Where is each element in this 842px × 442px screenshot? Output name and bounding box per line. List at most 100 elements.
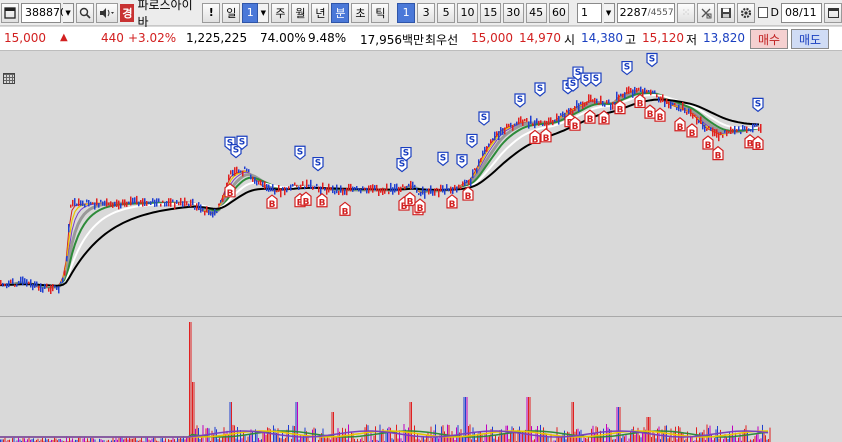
- interval-button[interactable]: 15: [479, 2, 501, 23]
- candle: [92, 202, 94, 205]
- volume-bar: [490, 429, 492, 442]
- interval-button[interactable]: 3: [417, 2, 436, 23]
- candle: [532, 123, 534, 126]
- sell-signal-label: S: [297, 147, 303, 157]
- sell-signal: S: [590, 72, 602, 87]
- candle: [500, 127, 502, 136]
- period-year-button[interactable]: 년: [311, 2, 330, 23]
- volume-bar: [502, 433, 504, 442]
- volume-bar: [13, 436, 15, 442]
- window-toggle-icon[interactable]: [1, 2, 19, 23]
- volume-bar: [267, 427, 268, 442]
- volume-bar: [457, 425, 459, 442]
- unit-input[interactable]: 1: [577, 2, 602, 23]
- date-checkbox[interactable]: [758, 7, 769, 18]
- candle: [132, 197, 134, 205]
- date-input[interactable]: 08/11: [780, 2, 823, 23]
- volume-bar: [237, 427, 238, 442]
- candle: [20, 276, 22, 284]
- sell-signal-label: S: [583, 74, 589, 84]
- interval-button[interactable]: 60: [548, 2, 570, 23]
- unit-dropdown-icon[interactable]: ▼: [603, 2, 615, 23]
- chart-tools-icon[interactable]: ⁙: [676, 2, 696, 23]
- volume-bar: [312, 429, 313, 442]
- volume-bar: [441, 426, 442, 442]
- save-icon[interactable]: [717, 2, 736, 23]
- candle: [158, 198, 160, 202]
- buy-signal: B: [598, 110, 610, 126]
- interval-button[interactable]: 10: [457, 2, 478, 23]
- candle: [6, 283, 8, 289]
- volume-bar: [69, 437, 70, 442]
- volume-bar: [213, 434, 214, 442]
- volume-bar: [564, 430, 565, 442]
- volume-bar: [745, 425, 747, 442]
- panel-divider[interactable]: [0, 316, 842, 317]
- candle: [548, 117, 550, 126]
- candle: [312, 186, 314, 190]
- candle: [336, 184, 338, 194]
- buy-signal-marker: [744, 133, 756, 149]
- volume-bar: [78, 436, 79, 442]
- interval-button[interactable]: 45: [525, 2, 547, 23]
- candle: [14, 284, 16, 287]
- candle: [180, 197, 182, 206]
- period-week-button[interactable]: 주: [271, 2, 290, 23]
- volume-bar: [262, 433, 264, 442]
- volume-bar: [648, 417, 649, 442]
- candle: [506, 123, 508, 129]
- buy-signal-marker: [316, 192, 328, 208]
- period-month-button[interactable]: 월: [291, 2, 310, 23]
- buy-signal-label: B: [319, 199, 326, 209]
- candle: [416, 188, 418, 193]
- volume-bar: [658, 426, 660, 442]
- gear-icon[interactable]: [737, 2, 756, 23]
- calendar-icon[interactable]: [824, 2, 842, 23]
- candle: [750, 129, 752, 132]
- interval-button[interactable]: 30: [502, 2, 524, 23]
- stock-code-input[interactable]: 388870: [21, 2, 67, 23]
- volume-bar: [313, 427, 315, 442]
- buy-signal: B: [614, 99, 626, 116]
- interval-button[interactable]: 1: [397, 2, 416, 23]
- period-dropdown-icon[interactable]: ▼: [258, 2, 270, 23]
- period-day-button[interactable]: 일: [222, 2, 241, 23]
- candle: [566, 109, 568, 112]
- volume-bar: [588, 436, 589, 442]
- candle: [462, 181, 464, 187]
- volume-bar: [430, 426, 432, 442]
- moving-average-line: [0, 98, 760, 287]
- candle: [726, 129, 728, 137]
- volume-bar: [307, 435, 309, 442]
- alert-button[interactable]: !: [202, 2, 221, 23]
- buy-signal: B: [398, 196, 410, 212]
- sell-signal-marker: [562, 80, 574, 95]
- search-icon[interactable]: [76, 2, 95, 23]
- volume-bar: [435, 424, 436, 442]
- candle: [264, 181, 266, 189]
- buy-button[interactable]: 매수: [750, 29, 788, 49]
- sell-signal: S: [752, 97, 764, 113]
- stock-code-dropdown-icon[interactable]: ▼: [63, 2, 75, 23]
- volume-bar: [699, 432, 700, 442]
- crosshair-icon[interactable]: [697, 2, 716, 23]
- period-minute-button[interactable]: 분: [331, 2, 350, 23]
- period-tick-button[interactable]: 틱: [371, 2, 390, 23]
- volume-bar: [183, 436, 184, 442]
- candle: [652, 90, 654, 94]
- period-second-button[interactable]: 초: [351, 2, 370, 23]
- candle: [690, 109, 692, 117]
- candle: [686, 111, 688, 115]
- candle: [56, 286, 58, 290]
- volume-bar: [633, 426, 634, 442]
- candle: [620, 93, 622, 97]
- speaker-icon[interactable]: [96, 2, 119, 23]
- volume-bar: [198, 428, 199, 442]
- volume-bar: [250, 429, 252, 442]
- volume-bar: [472, 427, 474, 442]
- interval-button[interactable]: 5: [437, 2, 456, 23]
- sell-signal-marker: [646, 52, 658, 68]
- chart-grid-toggle-icon[interactable]: [3, 73, 15, 84]
- period-value-input[interactable]: 1: [242, 2, 259, 23]
- sell-button[interactable]: 매도: [791, 29, 829, 49]
